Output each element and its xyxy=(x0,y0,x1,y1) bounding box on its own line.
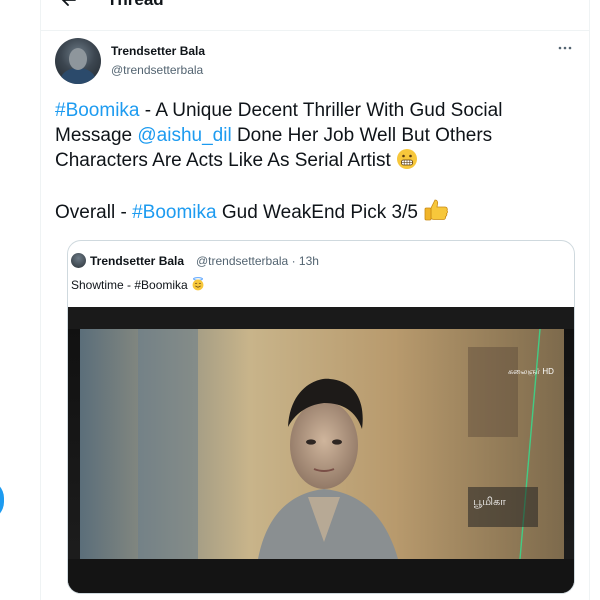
tv-show-title: பூமிகா xyxy=(473,496,506,508)
thread-column: Thread Trendsetter Bala @trendsetterbala… xyxy=(40,0,590,600)
avatar[interactable] xyxy=(55,38,101,84)
thread-header: Thread xyxy=(41,0,589,16)
compose-button[interactable] xyxy=(0,480,4,520)
tv-channel-logo: கலைஞர் HD xyxy=(508,367,554,377)
tweet-text-part: Gud WeakEnd Pick 3/5 xyxy=(216,202,424,223)
grimacing-face-emoji xyxy=(397,149,418,169)
thumbs-up-emoji xyxy=(424,199,449,221)
quoted-separator: · xyxy=(288,254,299,268)
tweet-text-part: Overall - xyxy=(55,202,133,223)
author-handle[interactable]: @trendsetterbala xyxy=(111,63,203,77)
quoted-tweet[interactable]: Trendsetter Bala @trendsetterbala · 13h … xyxy=(67,240,575,594)
hashtag-link[interactable]: #Boomika xyxy=(55,100,140,121)
left-rail xyxy=(0,0,40,600)
quoted-text-body: Showtime - #Boomika xyxy=(71,278,192,292)
mention-link[interactable]: @aishu_dil xyxy=(137,125,231,146)
quoted-meta: @trendsetterbala · 13h xyxy=(196,254,319,268)
hashtag-link[interactable]: #Boomika xyxy=(132,202,217,223)
quoted-photo[interactable]: கலைஞர் HD பூமிகா xyxy=(68,307,574,593)
tweet-text: #Boomika - A Unique Decent Thriller With… xyxy=(55,98,575,225)
smiling-face-with-halo-emoji xyxy=(192,277,204,291)
quoted-avatar xyxy=(71,253,86,268)
header-divider xyxy=(41,30,589,31)
page-title: Thread xyxy=(107,0,164,10)
tv-screen-photo: கலைஞர் HD பூமிகா xyxy=(68,307,574,593)
author-name[interactable]: Trendsetter Bala xyxy=(111,44,205,58)
arrow-left-icon[interactable] xyxy=(59,0,79,10)
quoted-handle: @trendsetterbala xyxy=(196,254,289,268)
quoted-time: 13h xyxy=(298,254,319,268)
ellipsis-icon[interactable] xyxy=(557,40,573,56)
quoted-text: Showtime - #Boomika xyxy=(71,277,205,292)
quoted-author-name: Trendsetter Bala xyxy=(90,254,185,268)
